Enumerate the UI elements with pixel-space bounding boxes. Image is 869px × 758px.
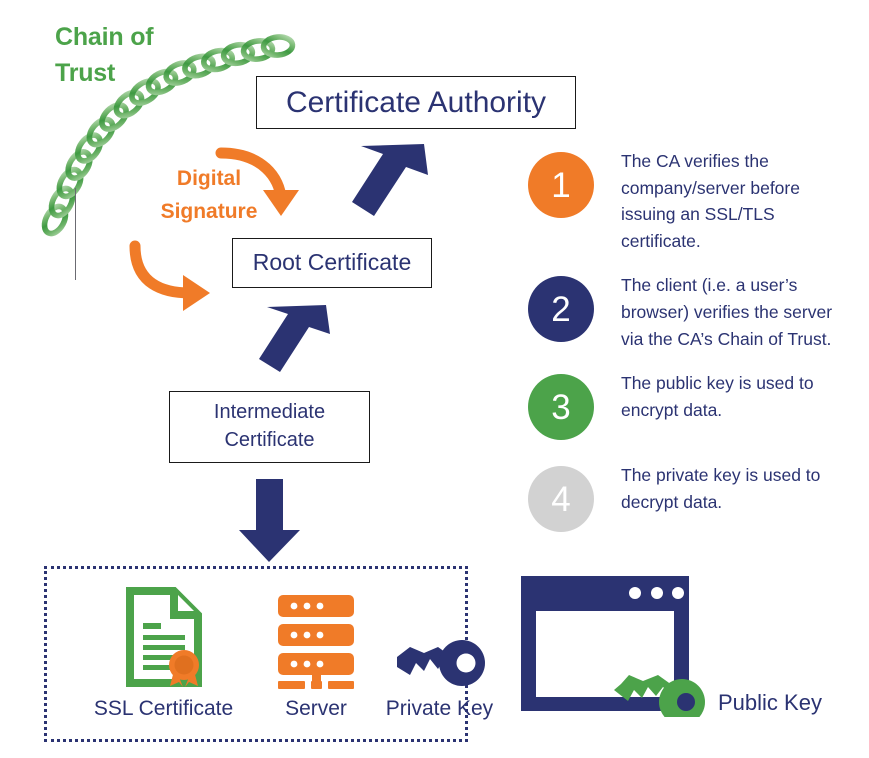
step-text-1: The CA verifies the company/server befor… <box>621 151 800 251</box>
step-badge-2: 2 <box>528 276 594 343</box>
digital-signature-label-line2: Signature <box>160 199 258 223</box>
digital-signature-label-line1: Digital <box>176 167 242 190</box>
root-certificate-label: Root Certificate <box>252 249 412 276</box>
step-item-3: 3 The public key is used to encrypt data… <box>528 370 858 444</box>
browser-window-icon <box>521 576 705 725</box>
private-key-icon <box>357 585 522 689</box>
step-item-1: 1 The CA verifies the company/server bef… <box>528 148 858 254</box>
asset-private-key[interactable]: Private Key <box>357 585 522 721</box>
intermediate-certificate-label-line1: Intermediate <box>213 401 326 424</box>
arrow-intermediate-to-assets <box>239 479 300 562</box>
intermediate-certificate-label: Intermediate Certificate <box>214 399 325 454</box>
digital-signature-label: Digital Signature <box>129 163 289 228</box>
step-number-1: 1 <box>551 165 571 205</box>
step-number-4: 4 <box>551 479 571 519</box>
asset-ssl-certificate[interactable]: SSL Certificate <box>61 585 266 721</box>
step-badge-1: 1 <box>528 152 594 218</box>
browser-public-key-group[interactable] <box>517 572 712 725</box>
server-assets-group: SSL Certificate Server Private Key <box>44 566 493 742</box>
step-item-2: 2 The client (i.e. a user’s browser) ver… <box>528 272 858 352</box>
step-text-4: The private key is used to decrypt data. <box>621 465 821 512</box>
steps-list: 1 The CA verifies the company/server bef… <box>528 148 858 554</box>
browser-titlebar-dots <box>629 587 684 599</box>
certificate-authority-box[interactable]: Certificate Authority <box>256 76 576 129</box>
intermediate-certificate-label-line2: Certificate <box>224 429 315 451</box>
public-key-label: Public Key <box>718 690 822 715</box>
step-badge-4: 4 <box>528 466 594 533</box>
step-item-4: 4 The private key is used to decrypt dat… <box>528 462 858 536</box>
arrow-root-to-intermediate <box>259 305 330 372</box>
asset-ssl-certificate-label: SSL Certificate <box>93 697 234 720</box>
step-number-3: 3 <box>551 387 571 427</box>
asset-private-key-label: Private Key <box>385 697 494 720</box>
certificate-authority-label: Certificate Authority <box>285 85 547 119</box>
step-badge-3: 3 <box>528 374 594 441</box>
arrow-ca-to-root <box>352 144 428 216</box>
diagram-canvas: Chain of Trust Digital Signature Certifi… <box>0 0 869 758</box>
intermediate-certificate-box[interactable]: Intermediate Certificate <box>169 391 370 463</box>
root-certificate-box[interactable]: Root Certificate <box>232 238 432 288</box>
ssl-certificate-icon <box>61 585 266 689</box>
step-text-2: The client (i.e. a user’s browser) verif… <box>621 275 833 349</box>
step-text-3: The public key is used to encrypt data. <box>621 373 814 420</box>
arrow-signature-lower <box>129 240 210 311</box>
step-number-2: 2 <box>551 289 571 329</box>
